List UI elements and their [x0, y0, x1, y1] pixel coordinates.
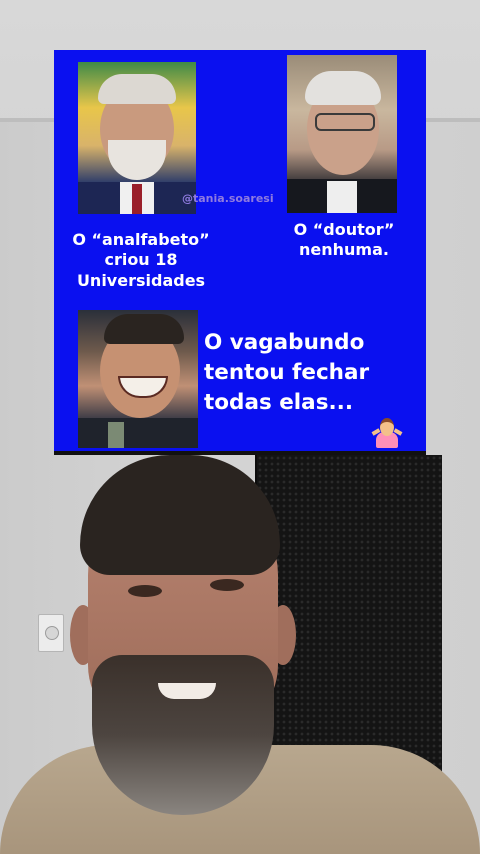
caption-fhc-line-1: O “doutor” [293, 220, 395, 239]
caption-bolsonaro-line-2: tentou fechar [204, 360, 370, 386]
presenter-eye-left [128, 585, 162, 597]
photo-bolsonaro-suit [78, 418, 198, 448]
caption-lula-line-2: criou 18 [104, 250, 178, 270]
caption-bolsonaro-line-1: O vagabundo [204, 330, 365, 355]
photo-bolsonaro [78, 310, 198, 448]
photo-lula [78, 62, 196, 214]
photo-bolsonaro-hair [104, 314, 184, 344]
photo-lula-hair [98, 74, 176, 104]
caption-bolsonaro-line-3: todas elas... [204, 390, 353, 416]
presenter-mouth [158, 683, 216, 699]
photo-bolsonaro-tie [108, 422, 124, 448]
photo-fhc-shirt [327, 181, 357, 213]
photo-lula-tie [132, 184, 142, 214]
watermark: @tania.soaresi [182, 192, 274, 205]
caption-fhc: O “doutor” nenhuma. [274, 220, 414, 261]
photo-lula-beard [108, 140, 166, 180]
photo-fhc-glasses [315, 113, 375, 131]
person-shrugging-icon [371, 416, 403, 450]
caption-bolsonaro: O vagabundo tentou fechar todas elas... [204, 328, 414, 418]
caption-lula-line-3: Universidades [76, 270, 206, 290]
video-frame: @tania.soaresi O “analfabeto” criou 18 U… [0, 0, 480, 854]
photo-fhc [287, 55, 397, 213]
photo-fhc-hair [305, 71, 381, 105]
meme-card: @tania.soaresi O “analfabeto” criou 18 U… [54, 50, 426, 455]
caption-lula: O “analfabeto” criou 18 Universidades [60, 230, 222, 291]
presenter-eye-right [210, 579, 244, 591]
shrug-head [380, 418, 394, 436]
presenter [0, 455, 480, 854]
caption-fhc-line-2: nenhuma. [299, 240, 389, 260]
presenter-hair [80, 455, 280, 575]
caption-lula-line-1: O “analfabeto” [72, 230, 210, 249]
